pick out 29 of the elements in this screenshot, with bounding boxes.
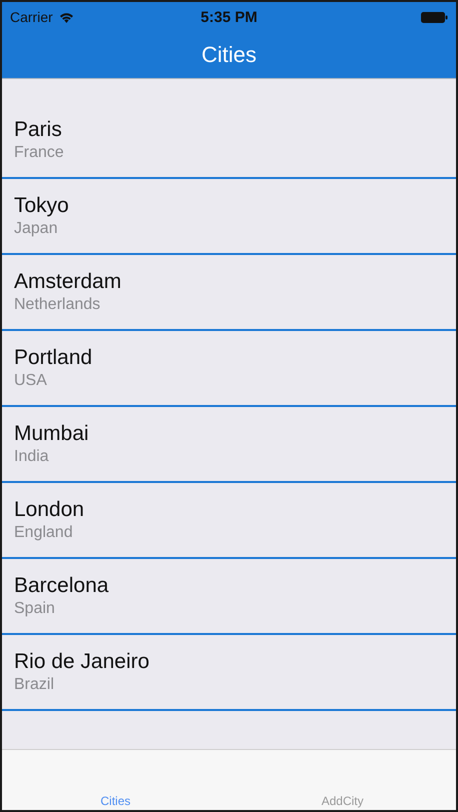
- city-row[interactable]: Portland USA: [2, 331, 456, 407]
- battery-icon: [421, 12, 448, 22]
- city-name: London: [14, 498, 86, 522]
- city-name: Mumbai: [14, 422, 90, 446]
- city-row[interactable]: Tokyo Japan: [2, 179, 456, 255]
- country-name: France: [14, 144, 65, 162]
- city-row[interactable]: Amsterdam Netherlands: [2, 255, 456, 331]
- city-row[interactable]: Mumbai India: [2, 407, 456, 483]
- country-name: India: [14, 448, 50, 466]
- city-row[interactable]: Paris France: [2, 103, 456, 179]
- city-name: Barcelona: [14, 574, 110, 598]
- country-name: Brazil: [14, 676, 56, 694]
- city-row[interactable]: Barcelona Spain: [2, 559, 456, 635]
- city-row[interactable]: London England: [2, 483, 456, 559]
- country-name: USA: [14, 372, 48, 390]
- city-name: Portland: [14, 346, 94, 370]
- wifi-icon: [58, 12, 74, 22]
- country-name: Japan: [14, 220, 59, 238]
- country-name: Spain: [14, 600, 56, 618]
- carrier-name: Carrier: [10, 9, 53, 25]
- screen-title: Cities: [201, 42, 256, 68]
- city-name: Paris: [14, 118, 63, 142]
- clock-time: 5:35 PM: [200, 8, 258, 26]
- city-name: Tokyo: [14, 194, 70, 218]
- city-name: Rio de Janeiro: [14, 650, 150, 674]
- city-name: Amsterdam: [14, 270, 122, 294]
- country-name: Netherlands: [14, 296, 102, 314]
- country-name: England: [14, 524, 74, 542]
- city-row[interactable]: Rio de Janeiro Brazil: [2, 635, 456, 711]
